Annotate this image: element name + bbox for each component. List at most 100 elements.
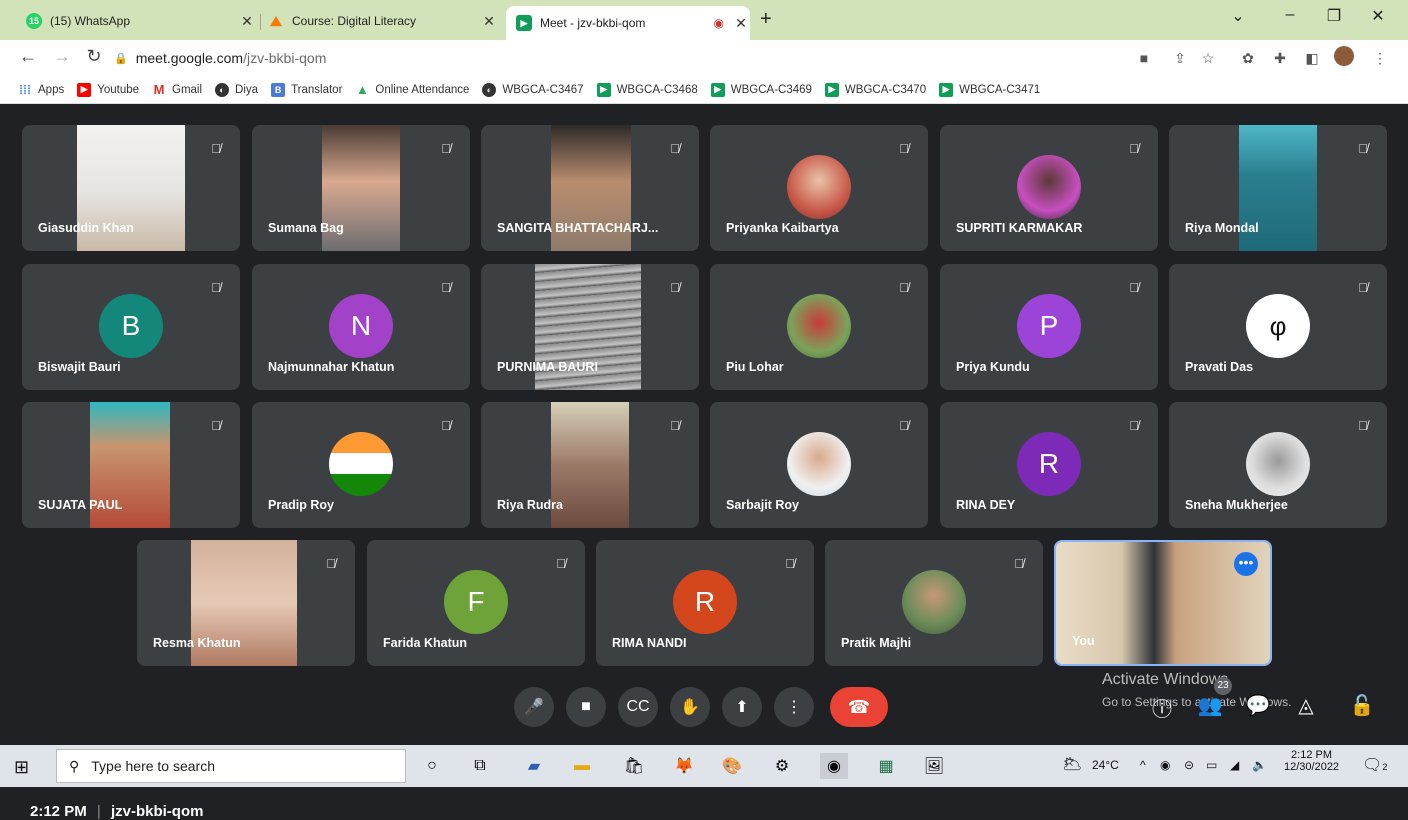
bookmark-diya[interactable]: ◐ Diya <box>215 82 258 97</box>
close-tab-icon[interactable]: ✕ <box>480 13 498 30</box>
tray-icon[interactable]: ⊝ <box>1184 758 1194 772</box>
participant-tile[interactable]: 🎙̸ Pratik Majhi <box>825 540 1043 666</box>
participant-tile[interactable]: 🎙̸ Sneha Mukherjee <box>1169 402 1387 528</box>
participant-tile[interactable]: 🎙̸ Riya Mondal <box>1169 125 1387 251</box>
tab-search-icon[interactable]: ⌄ <box>1218 6 1258 26</box>
people-icon[interactable]: 👥 <box>1196 693 1224 718</box>
close-tab-icon[interactable]: ✕ <box>238 13 256 30</box>
bookmark-youtube[interactable]: ▶ Youtube <box>77 82 139 97</box>
tab-whatsapp[interactable]: 15 (15) WhatsApp ✕ <box>20 6 256 36</box>
participant-tile[interactable]: R 🎙̸ RIMA NANDI <box>596 540 814 666</box>
file-explorer-icon[interactable]: ▬ <box>568 753 596 779</box>
share-icon[interactable]: ⇪ <box>1170 50 1190 67</box>
app-icon[interactable]: ▰ <box>520 753 548 779</box>
participant-tile[interactable]: P 🎙̸ Priya Kundu <box>940 264 1158 390</box>
participant-tile[interactable]: 🎙̸ Pradip Roy <box>252 402 470 528</box>
restore-button[interactable]: ❐ <box>1314 6 1354 26</box>
cortana-icon[interactable]: ○ <box>418 753 446 779</box>
bookmark-wbgca-c3471[interactable]: ▶ WBGCA-C3471 <box>939 82 1040 97</box>
participant-tile[interactable]: 🎙̸ Sumana Bag <box>252 125 470 251</box>
participant-name: Pratik Majhi <box>841 636 912 650</box>
system-clock[interactable]: 2:12 PM 12/30/2022 <box>1284 749 1339 773</box>
bookmark-star-icon[interactable]: ☆ <box>1198 50 1218 67</box>
camera-toggle-button[interactable]: ■ <box>566 687 606 727</box>
muted-mic-icon: 🎙̸ <box>1129 280 1139 295</box>
show-hidden-icons-icon[interactable]: ^ <box>1140 758 1146 772</box>
back-icon[interactable]: ← <box>16 46 40 67</box>
participant-tile[interactable]: 🎙̸ Giasuddin Khan <box>22 125 240 251</box>
close-tab-icon[interactable]: ✕ <box>732 15 750 32</box>
task-view-icon[interactable]: ⧉ <box>466 753 494 779</box>
side-panel-icon[interactable]: ◧ <box>1302 50 1322 67</box>
menu-icon[interactable]: ⋮ <box>1370 50 1390 67</box>
info-icon[interactable]: ⓘ <box>1148 693 1176 722</box>
self-view-tile[interactable]: ••• You <box>1054 540 1272 666</box>
store-icon[interactable]: 🛍 <box>620 753 648 779</box>
more-options-icon[interactable]: ••• <box>1234 552 1258 576</box>
paint-icon[interactable]: 🎨 <box>718 753 746 779</box>
firefox-icon[interactable]: 🦊 <box>670 753 698 779</box>
participant-tile[interactable]: R 🎙̸ RINA DEY <box>940 402 1158 528</box>
bookmark-online-attendance[interactable]: ▲ Online Attendance <box>355 82 469 97</box>
activate-windows-watermark: Activate Windows <box>1102 671 1229 688</box>
tray-icon[interactable]: ▭ <box>1206 758 1217 772</box>
minimize-button[interactable]: – <box>1270 6 1310 24</box>
whatsapp-icon: 15 <box>26 13 42 29</box>
participant-tile[interactable]: F 🎙̸ Farida Khatun <box>367 540 585 666</box>
reload-icon[interactable]: ↻ <box>82 46 106 67</box>
photos-icon[interactable]: 🖼 <box>920 753 948 779</box>
participant-tile[interactable]: 🎙̸ Resma Khatun <box>137 540 355 666</box>
participant-tile[interactable]: 🎙̸ Riya Rudra <box>481 402 699 528</box>
meet-icon: ▶ <box>939 82 954 97</box>
new-tab-button[interactable]: + <box>760 8 772 31</box>
participant-tile[interactable]: 🎙̸ Sarbajit Roy <box>710 402 928 528</box>
address-bar[interactable]: 🔒 meet.google.com/jzv-bkbi-qom <box>114 44 1214 72</box>
bookmark-apps[interactable]: ⁞⁞⁞ Apps <box>18 83 64 97</box>
host-controls-icon[interactable]: 🔓 <box>1348 693 1376 718</box>
settings-icon[interactable]: ⚙ <box>768 753 796 779</box>
excel-icon[interactable]: ▦ <box>872 753 900 779</box>
weather-icon[interactable]: 🌥 <box>1062 754 1082 774</box>
tab-meet[interactable]: ▶ Meet - jzv-bkbi-qom ◉ ✕ <box>506 6 750 40</box>
tab-course[interactable]: ⛰ Course: Digital Literacy ✕ <box>268 6 498 36</box>
forward-icon[interactable]: → <box>50 46 74 67</box>
captions-button[interactable]: CC <box>618 687 658 727</box>
participant-tile[interactable]: 🎙̸ SUJATA PAUL <box>22 402 240 528</box>
taskbar-search[interactable]: ⚲ Type here to search <box>56 749 406 783</box>
bookmark-label: Gmail <box>172 83 203 96</box>
end-call-button[interactable]: ☎ <box>830 687 888 727</box>
participant-tile[interactable]: N 🎙̸ Najmunnahar Khatun <box>252 264 470 390</box>
tray-icon[interactable]: ◉ <box>1160 758 1170 772</box>
bookmark-gmail[interactable]: M Gmail <box>152 82 203 97</box>
mic-toggle-button[interactable]: 🎤 <box>514 687 554 727</box>
chat-icon[interactable]: 💬 <box>1244 693 1272 718</box>
profile-avatar[interactable] <box>1334 46 1354 66</box>
participant-tile[interactable]: 🎙̸ Priyanka Kaibartya <box>710 125 928 251</box>
more-options-button[interactable]: ⋮ <box>774 687 814 727</box>
extension-icon[interactable]: ✿ <box>1238 50 1258 67</box>
lock-icon[interactable]: 🔒 <box>114 52 128 65</box>
extensions-puzzle-icon[interactable]: ✚ <box>1270 50 1290 67</box>
participant-tile[interactable]: 🎙̸ SUPRITI KARMAKAR <box>940 125 1158 251</box>
raise-hand-button[interactable]: ✋ <box>670 687 710 727</box>
bookmark-wbgca-c3467[interactable]: ◐ WBGCA-C3467 <box>482 82 584 97</box>
network-icon[interactable]: ◢ <box>1230 758 1239 772</box>
present-button[interactable]: ⬆ <box>722 687 762 727</box>
windows-start-icon[interactable]: ⊞ <box>14 757 29 778</box>
participant-tile[interactable]: 🎙̸ Piu Lohar <box>710 264 928 390</box>
bookmark-wbgca-c3469[interactable]: ▶ WBGCA-C3469 <box>710 82 812 97</box>
close-window-button[interactable]: ✕ <box>1358 6 1398 26</box>
bookmark-wbgca-c3468[interactable]: ▶ WBGCA-C3468 <box>596 82 698 97</box>
activities-icon[interactable]: ◬ <box>1292 693 1320 718</box>
participant-tile[interactable]: φ 🎙̸ Pravati Das <box>1169 264 1387 390</box>
volume-icon[interactable]: 🔈 <box>1252 758 1267 772</box>
bookmark-wbgca-c3470[interactable]: ▶ WBGCA-C3470 <box>824 82 926 97</box>
chrome-icon[interactable]: ◉ <box>820 753 848 779</box>
notifications-icon[interactable]: 🗨2 <box>1362 755 1387 775</box>
participant-tile[interactable]: B 🎙̸ Biswajit Bauri <box>22 264 240 390</box>
participant-tile[interactable]: 🎙̸ PURNIMA BAURI <box>481 264 699 390</box>
meet-stage: 🎙̸ Giasuddin Khan 🎙̸ Sumana Bag 🎙̸ SANGI… <box>0 105 1408 820</box>
participant-tile[interactable]: 🎙̸ SANGITA BHATTACHARJ... <box>481 125 699 251</box>
bookmark-translator[interactable]: B Translator <box>271 82 342 97</box>
camera-in-use-icon[interactable]: ■ <box>1134 50 1154 66</box>
